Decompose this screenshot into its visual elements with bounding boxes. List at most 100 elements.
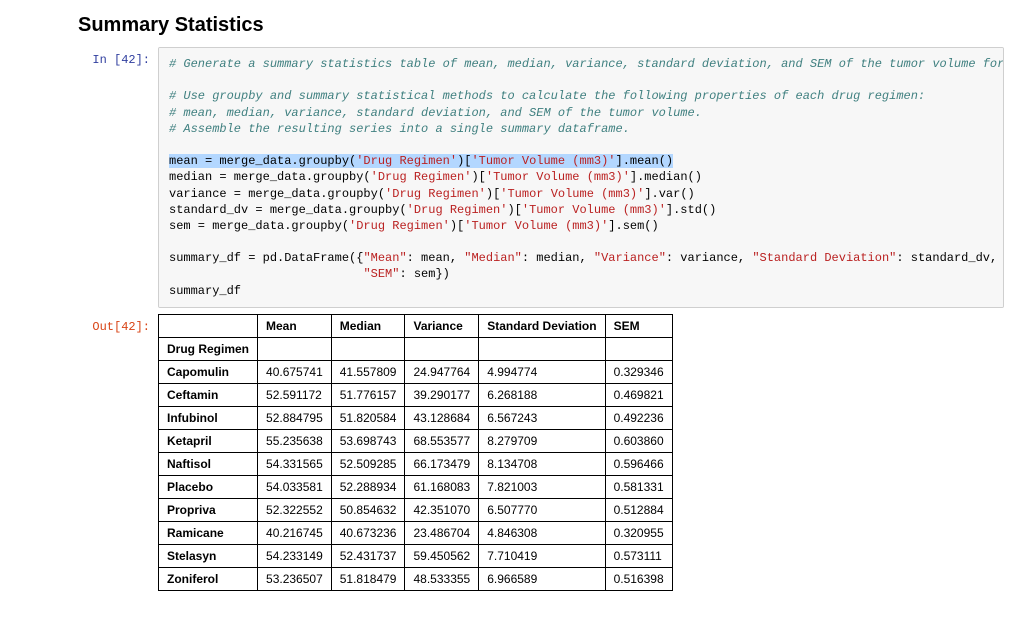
column-header: Variance — [405, 314, 479, 337]
row-header: Propriva — [159, 498, 258, 521]
data-cell: 4.994774 — [479, 360, 605, 383]
string-literal: 'Tumor Volume (mm3)' — [522, 203, 666, 217]
data-cell: 7.821003 — [479, 475, 605, 498]
string-literal: "Median" — [464, 251, 522, 265]
empty-header-cell — [258, 337, 332, 360]
data-cell: 24.947764 — [405, 360, 479, 383]
empty-header-cell — [605, 337, 672, 360]
data-cell: 0.596466 — [605, 452, 672, 475]
code-text: ].var() — [644, 187, 694, 201]
table-row: Ketapril55.23563853.69874368.5535778.279… — [159, 429, 673, 452]
data-cell: 52.322552 — [258, 498, 332, 521]
data-cell: 0.603860 — [605, 429, 672, 452]
code-text: : median, — [522, 251, 594, 265]
data-cell: 4.846308 — [479, 521, 605, 544]
table-row: Ceftamin52.59117251.77615739.2901776.268… — [159, 383, 673, 406]
notebook-page: Summary Statistics In [42]: # Generate a… — [0, 0, 1024, 617]
table-corner — [159, 314, 258, 337]
data-cell: 52.431737 — [331, 544, 405, 567]
data-cell: 0.516398 — [605, 567, 672, 590]
data-cell: 48.533355 — [405, 567, 479, 590]
table-row: Naftisol54.33156552.50928566.1734798.134… — [159, 452, 673, 475]
comment: # Assemble the resulting series into a s… — [169, 122, 630, 136]
code-text: ].mean() — [616, 154, 674, 168]
data-cell: 0.573111 — [605, 544, 672, 567]
column-header: Median — [331, 314, 405, 337]
highlighted-line: mean = merge_data.groupby('Drug Regimen'… — [169, 154, 673, 168]
string-literal: 'Drug Regimen' — [371, 170, 472, 184]
code-text — [169, 267, 363, 281]
row-header: Infubinol — [159, 406, 258, 429]
comment: # mean, median, variance, standard devia… — [169, 106, 702, 120]
code-text: )[ — [507, 203, 521, 217]
data-cell: 0.492236 — [605, 406, 672, 429]
empty-header-cell — [405, 337, 479, 360]
data-cell: 40.216745 — [258, 521, 332, 544]
data-cell: 61.168083 — [405, 475, 479, 498]
data-cell: 40.673236 — [331, 521, 405, 544]
data-cell: 52.591172 — [258, 383, 332, 406]
input-prompt: In [42]: — [78, 47, 158, 67]
column-header: SEM — [605, 314, 672, 337]
table-row: Placebo54.03358152.28893461.1680837.8210… — [159, 475, 673, 498]
data-cell: 54.233149 — [258, 544, 332, 567]
output-cell: Out[42]: MeanMedianVarianceStandard Devi… — [78, 314, 1004, 591]
code-text: summary_df — [169, 284, 241, 298]
output-prompt: Out[42]: — [78, 314, 158, 334]
data-cell: 0.512884 — [605, 498, 672, 521]
data-cell: 7.710419 — [479, 544, 605, 567]
code-block[interactable]: # Generate a summary statistics table of… — [158, 47, 1004, 308]
table-row: Ramicane40.21674540.67323623.4867044.846… — [159, 521, 673, 544]
data-cell: 6.507770 — [479, 498, 605, 521]
data-cell: 51.820584 — [331, 406, 405, 429]
string-literal: 'Tumor Volume (mm3)' — [471, 154, 615, 168]
code-cell-body[interactable]: # Generate a summary statistics table of… — [158, 47, 1004, 308]
data-cell: 0.320955 — [605, 521, 672, 544]
string-literal: 'Drug Regimen' — [407, 203, 508, 217]
page-title: Summary Statistics — [78, 14, 1004, 37]
column-header: Mean — [258, 314, 332, 337]
row-header: Zoniferol — [159, 567, 258, 590]
code-text: : variance, — [666, 251, 752, 265]
string-literal: "Mean" — [363, 251, 406, 265]
data-cell: 0.581331 — [605, 475, 672, 498]
code-text: summary_df = pd.DataFrame({ — [169, 251, 363, 265]
code-text: ].median() — [630, 170, 702, 184]
code-text: median = merge_data.groupby( — [169, 170, 371, 184]
data-cell: 54.033581 — [258, 475, 332, 498]
row-header: Capomulin — [159, 360, 258, 383]
data-cell: 53.236507 — [258, 567, 332, 590]
row-header: Ceftamin — [159, 383, 258, 406]
summary-table: MeanMedianVarianceStandard DeviationSEMD… — [158, 314, 673, 591]
empty-header-cell — [479, 337, 605, 360]
data-cell: 23.486704 — [405, 521, 479, 544]
row-header: Ramicane — [159, 521, 258, 544]
code-text: : mean, — [407, 251, 465, 265]
data-cell: 8.134708 — [479, 452, 605, 475]
table-row: Infubinol52.88479551.82058443.1286846.56… — [159, 406, 673, 429]
data-cell: 53.698743 — [331, 429, 405, 452]
row-header: Naftisol — [159, 452, 258, 475]
data-cell: 55.235638 — [258, 429, 332, 452]
code-text: )[ — [450, 219, 464, 233]
table-row: Propriva52.32255250.85463242.3510706.507… — [159, 498, 673, 521]
string-literal: 'Drug Regimen' — [356, 154, 457, 168]
data-cell: 59.450562 — [405, 544, 479, 567]
code-text: ].std() — [666, 203, 716, 217]
data-cell: 39.290177 — [405, 383, 479, 406]
column-header: Standard Deviation — [479, 314, 605, 337]
data-cell: 41.557809 — [331, 360, 405, 383]
data-cell: 6.567243 — [479, 406, 605, 429]
code-text: : standard_dv, — [896, 251, 997, 265]
output-cell-body: MeanMedianVarianceStandard DeviationSEMD… — [158, 314, 1004, 591]
code-text: sem = merge_data.groupby( — [169, 219, 349, 233]
data-cell: 40.675741 — [258, 360, 332, 383]
data-cell: 52.288934 — [331, 475, 405, 498]
data-cell: 54.331565 — [258, 452, 332, 475]
data-cell: 68.553577 — [405, 429, 479, 452]
data-cell: 66.173479 — [405, 452, 479, 475]
code-text: )[ — [471, 170, 485, 184]
data-cell: 0.469821 — [605, 383, 672, 406]
empty-header-cell — [331, 337, 405, 360]
table-row: Capomulin40.67574141.55780924.9477644.99… — [159, 360, 673, 383]
